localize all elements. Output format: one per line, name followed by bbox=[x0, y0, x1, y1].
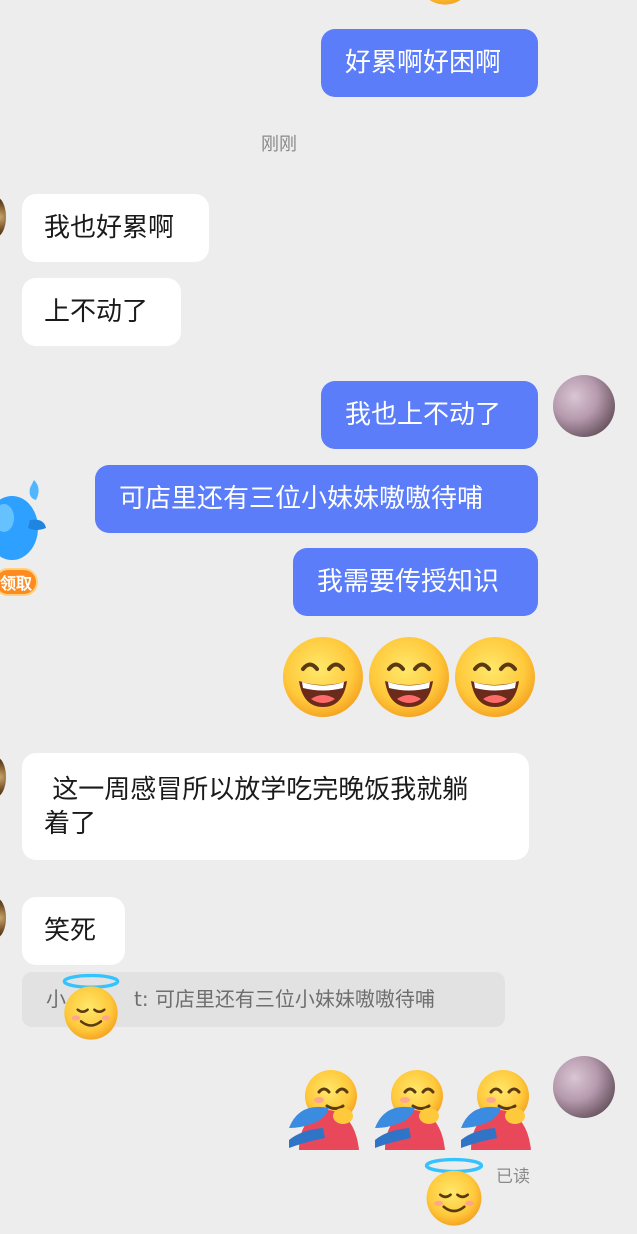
smiling-face-with-halo-icon[interactable] bbox=[418, 1152, 490, 1234]
message-text: 我需要传授知识 bbox=[317, 567, 500, 597]
message-text: 好累啊好困啊 bbox=[345, 48, 502, 78]
message-text: 上不动了 bbox=[44, 297, 149, 327]
peer-avatar[interactable] bbox=[0, 197, 6, 237]
message-text: 我也上不动了 bbox=[345, 400, 502, 430]
peer-avatar[interactable] bbox=[0, 898, 6, 938]
message-text-line: 这一周感冒所以放学吃完晚饭我就躺 bbox=[44, 775, 469, 805]
grinning-face-icon[interactable] bbox=[367, 635, 451, 719]
smiling-face-with-halo-icon[interactable] bbox=[56, 968, 126, 1048]
grinning-face-icon[interactable] bbox=[281, 635, 365, 719]
message-text: 我也好累啊 bbox=[44, 213, 175, 243]
message-text: 可店里还有三位小妹妹嗷嗷待哺 bbox=[119, 484, 484, 514]
grinning-face-icon[interactable] bbox=[453, 635, 537, 719]
hugging-face-icon[interactable] bbox=[283, 1066, 367, 1150]
message-bubble-outgoing[interactable]: 好累啊好困啊 bbox=[321, 29, 538, 97]
message-bubble-incoming[interactable]: 笑死 bbox=[22, 897, 125, 965]
message-text: 笑死 bbox=[44, 916, 97, 946]
self-avatar[interactable] bbox=[553, 375, 615, 437]
message-bubble-outgoing[interactable]: 我也上不动了 bbox=[321, 381, 538, 449]
hugging-face-icon[interactable] bbox=[369, 1066, 453, 1150]
hugging-face-icon[interactable] bbox=[455, 1066, 539, 1150]
mascot-icon bbox=[0, 480, 46, 560]
message-bubble-incoming[interactable]: 上不动了 bbox=[22, 278, 181, 346]
message-bubble-incoming[interactable]: 我也好累啊 bbox=[22, 194, 209, 262]
message-bubble-incoming[interactable]: 这一周感冒所以放学吃完晚饭我就躺 着了 bbox=[22, 753, 529, 860]
message-bubble-outgoing[interactable]: 可店里还有三位小妹妹嗷嗷待哺 bbox=[95, 465, 538, 533]
reply-quote-text: t: 可店里还有三位小妹妹嗷嗷待哺 bbox=[134, 987, 435, 1011]
read-receipt: 已读 bbox=[496, 1167, 530, 1187]
emoji-partial-top-icon bbox=[410, 0, 480, 6]
message-bubble-outgoing[interactable]: 我需要传授知识 bbox=[293, 548, 538, 616]
message-text-line: 着了 bbox=[44, 809, 97, 839]
activity-floating-widget[interactable]: 领取 bbox=[0, 470, 50, 600]
self-avatar[interactable] bbox=[553, 1056, 615, 1118]
timestamp: 刚刚 bbox=[261, 134, 297, 155]
peer-avatar[interactable] bbox=[0, 757, 6, 797]
activity-badge[interactable]: 领取 bbox=[0, 568, 38, 596]
